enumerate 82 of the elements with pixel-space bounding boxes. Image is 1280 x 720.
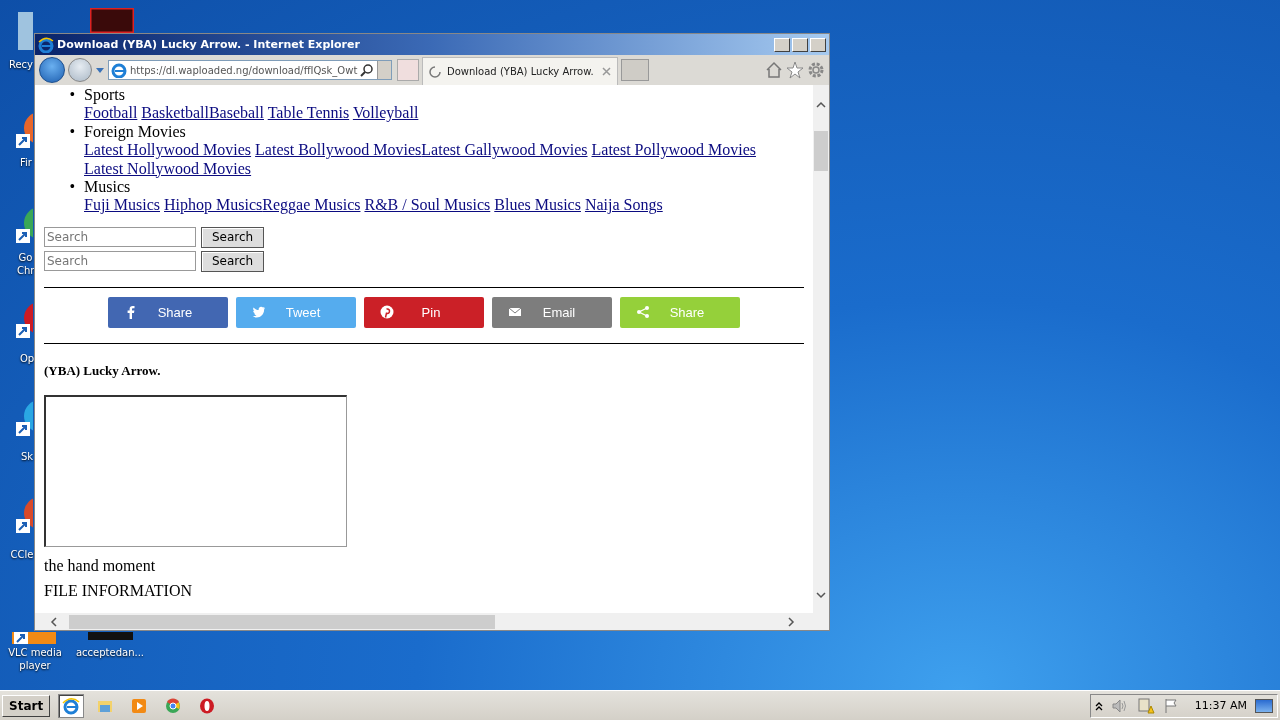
- category-link[interactable]: Latest Bollywood Movies: [255, 141, 422, 159]
- address-field[interactable]: https://dl.waploaded.ng/download/ffIQsk_Owt: [108, 60, 392, 80]
- category-link[interactable]: Naija Songs: [584, 196, 663, 214]
- icon-label: Recy: [8, 58, 34, 71]
- category-link[interactable]: Latest Hollywood Movies: [84, 141, 252, 159]
- settings-icon[interactable]: [807, 61, 825, 79]
- search-field[interactable]: Search: [44, 251, 196, 272]
- horizontal-scrollbar[interactable]: [35, 613, 829, 630]
- page-title: (YBA) Lucky Arrow.: [44, 361, 162, 380]
- category-heading: Foreign Movies: [84, 122, 186, 140]
- window-title: Download (YBA) Lucky Arrow. - Internet Explorer: [57, 38, 360, 51]
- close-tab-icon[interactable]: [602, 67, 611, 76]
- category-link[interactable]: Football: [84, 104, 138, 122]
- category-link[interactable]: R&B / Soul Musics: [364, 196, 491, 214]
- ie-icon: [62, 696, 81, 715]
- volume-icon[interactable]: [1110, 697, 1129, 714]
- back-button[interactable]: [39, 57, 65, 83]
- category-link[interactable]: Blues Musics: [494, 196, 581, 214]
- share-button[interactable]: Share: [108, 296, 228, 328]
- pin-icon: [380, 305, 394, 320]
- section-heading: FILE INFORMATION: [44, 581, 193, 601]
- scrollbar-thumb[interactable]: [69, 614, 495, 629]
- category-heading: Musics: [84, 178, 131, 196]
- scroll-right-icon[interactable]: [788, 616, 795, 627]
- category-link[interactable]: Table Tennis: [267, 104, 350, 122]
- ie-icon: [111, 62, 127, 78]
- scroll-down-icon[interactable]: [816, 592, 826, 599]
- show-desktop-button[interactable]: [1255, 698, 1273, 713]
- icon-label: VLC media player: [7, 646, 63, 672]
- share-button[interactable]: Email: [492, 296, 612, 328]
- taskbar-button[interactable]: [58, 693, 85, 718]
- browser-tab[interactable]: Download (YBA) Lucky Arrow.: [422, 57, 618, 85]
- icon-label: acceptedan...: [74, 646, 145, 659]
- home-icon[interactable]: [765, 61, 783, 79]
- media-player-icon: [130, 696, 149, 715]
- vertical-scrollbar[interactable]: [813, 85, 829, 613]
- category-link[interactable]: Basketball: [141, 104, 209, 122]
- scrollbar-thumb[interactable]: [814, 131, 828, 171]
- search-field[interactable]: Search: [44, 227, 196, 248]
- ie-icon: [38, 36, 54, 53]
- category-link[interactable]: Volleyball: [352, 104, 419, 122]
- opera-icon: [198, 696, 217, 715]
- search-button[interactable]: Search: [201, 250, 264, 272]
- search-icon[interactable]: [360, 63, 375, 77]
- address-text: https://dl.waploaded.ng/download/ffIQsk_Owt: [130, 64, 358, 76]
- forward-button[interactable]: [68, 58, 92, 82]
- flag-icon[interactable]: [1162, 697, 1179, 714]
- icon-label: Op: [20, 352, 34, 365]
- icon-label: Sk: [20, 450, 34, 463]
- clock: 11:37 AM: [1194, 699, 1247, 712]
- star-icon[interactable]: [786, 61, 804, 79]
- category-link[interactable]: Fuji Musics: [84, 196, 160, 214]
- bird-icon: [252, 305, 266, 320]
- category-link[interactable]: Baseball: [208, 104, 264, 122]
- share-icon: [636, 305, 650, 320]
- minimize-button[interactable]: [774, 37, 790, 52]
- start-button[interactable]: Start: [2, 694, 51, 717]
- show-hidden-icons[interactable]: [1094, 700, 1103, 711]
- category-heading: Sports: [84, 86, 125, 103]
- category-link[interactable]: Reggae Musics: [262, 196, 361, 214]
- tab-title: Download (YBA) Lucky Arrow.: [447, 66, 595, 77]
- category-link[interactable]: Latest Gallywood Movies: [421, 141, 588, 159]
- list-bullet: •: [68, 178, 76, 198]
- share-button[interactable]: Pin: [364, 296, 484, 328]
- category-link[interactable]: Latest Pollywood Movies: [591, 141, 756, 159]
- network-warning-icon[interactable]: [1136, 697, 1155, 714]
- scroll-left-icon[interactable]: [50, 616, 57, 627]
- list-bullet: •: [68, 86, 76, 105]
- shortcut-icon[interactable]: [12, 632, 56, 644]
- search-button[interactable]: Search: [201, 226, 264, 248]
- category-link[interactable]: Hiphop Musics: [164, 196, 263, 214]
- list-bullet: •: [68, 122, 76, 142]
- scroll-up-icon[interactable]: [816, 101, 826, 108]
- category-link[interactable]: Latest Nollywood Movies: [84, 159, 252, 177]
- icon-label: Fir: [19, 156, 33, 169]
- chrome-icon: [164, 696, 183, 715]
- close-button[interactable]: [810, 37, 826, 52]
- description-text: the hand moment: [44, 557, 157, 576]
- history-dropdown-icon[interactable]: [95, 66, 105, 74]
- icon-label: CCle: [10, 548, 34, 561]
- maximize-button[interactable]: [792, 37, 808, 52]
- icon-label: Go Chr: [17, 251, 34, 277]
